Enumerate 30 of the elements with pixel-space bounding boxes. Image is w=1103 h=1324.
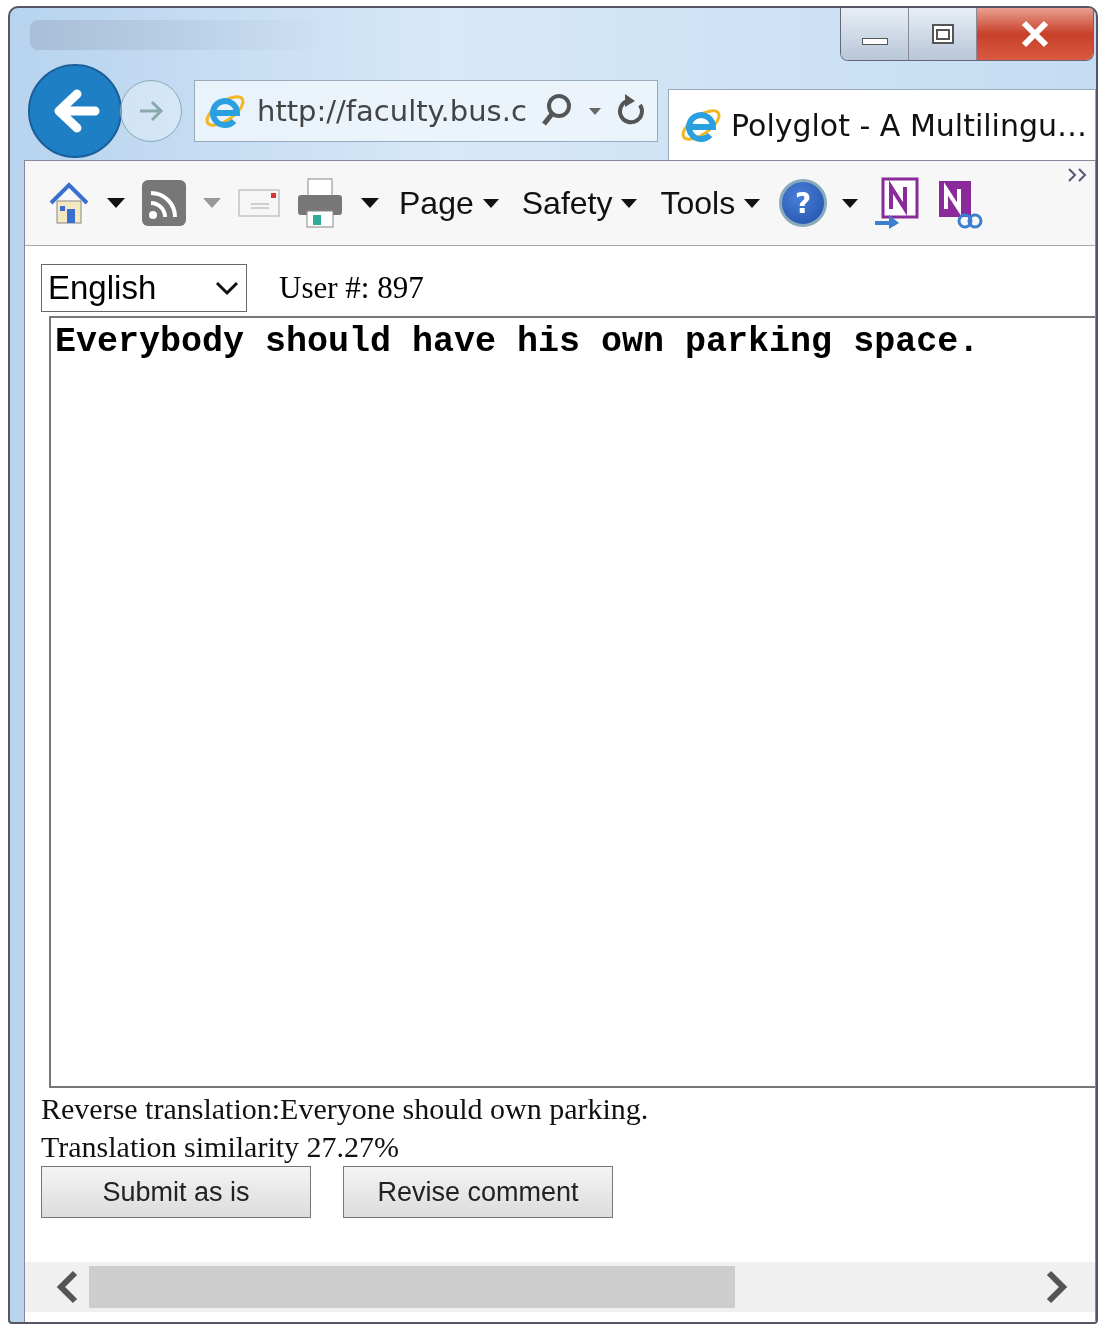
close-button[interactable] xyxy=(977,8,1093,60)
minimize-icon xyxy=(861,37,888,45)
browser-tab[interactable]: Polyglot - A Multilingu… xyxy=(668,89,1096,160)
menu-button[interactable]: Safety xyxy=(517,184,643,222)
language-dropdown[interactable]: English xyxy=(41,264,247,312)
note-icon[interactable] xyxy=(873,177,922,229)
address-bar[interactable]: http://faculty.bus.c xyxy=(194,80,658,142)
printer-icon[interactable] xyxy=(295,177,345,229)
feed-icon[interactable] xyxy=(141,179,187,227)
help-button[interactable]: ? xyxy=(779,179,828,227)
comment-field[interactable]: Everybody should have his own parking space. xyxy=(49,316,1095,1088)
dropdown-arrow-icon xyxy=(481,197,500,209)
menu-button[interactable]: Tools xyxy=(656,184,766,222)
reverse-translation: Reverse translation:Everyone should own parking. xyxy=(41,1092,650,1126)
dropdown-arrow-icon xyxy=(743,197,762,209)
action-button[interactable]: Submit as is xyxy=(41,1166,311,1218)
dropdown-arrow-icon[interactable] xyxy=(359,196,381,210)
scrollbar-thumb[interactable] xyxy=(89,1266,735,1308)
horizontal-scrollbar[interactable] xyxy=(25,1262,1095,1312)
user-number: User #: 897 xyxy=(279,270,424,306)
minimize-button[interactable] xyxy=(841,8,909,60)
dropdown-arrow-icon[interactable] xyxy=(841,197,860,209)
comment-text: Everybody should have his own parking space. xyxy=(55,322,980,362)
dropdown-arrow-icon[interactable] xyxy=(105,196,127,210)
maximize-button[interactable] xyxy=(909,8,977,60)
similarity-score: Translation similarity 27.27% xyxy=(41,1130,401,1164)
chevron-icon[interactable] xyxy=(1067,167,1089,183)
menu-button[interactable]: Page xyxy=(395,184,504,222)
dropdown-arrow-icon xyxy=(620,197,639,209)
action-button[interactable]: Revise comment xyxy=(343,1166,613,1218)
